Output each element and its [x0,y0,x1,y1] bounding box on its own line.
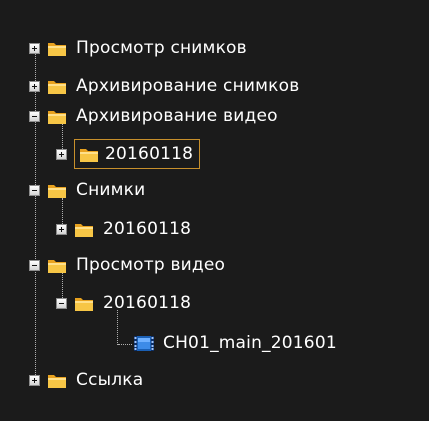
tree-item-label: 20160118 [105,144,194,164]
tree-item-archive-video[interactable]: Архивирование видео [29,98,281,134]
expand-icon[interactable] [56,223,67,235]
tree-item-view-snapshots[interactable]: Просмотр снимков [29,30,250,66]
folder-icon [48,42,66,56]
tree-item-label: Архивирование снимков [76,76,300,96]
tree-item-view-video[interactable]: Просмотр видео [29,247,228,283]
collapse-icon[interactable] [29,259,40,271]
tree-item-view-video-date[interactable]: 20160118 [56,285,194,321]
collapse-icon[interactable] [56,297,67,309]
expand-icon[interactable] [56,148,67,160]
tree-item-archive-video-date[interactable]: 20160118 [56,136,201,172]
tree-item-snapshots-date[interactable]: 20160118 [56,211,194,247]
tree-item-label: 20160118 [103,219,192,239]
tree-item-label: Архивирование видео [76,106,278,126]
selection-highlight: 20160118 [74,139,201,169]
collapse-icon[interactable] [29,110,40,122]
tree-item-label: Просмотр видео [76,255,226,275]
folder-icon [48,374,66,388]
tree-item-label: CH01_main_201601 [163,333,337,353]
expand-icon[interactable] [29,42,40,54]
collapse-icon[interactable] [29,184,40,196]
tree-connector [118,344,132,345]
folder-icon [48,259,66,273]
folder-icon [48,80,66,94]
folder-icon [75,297,93,311]
expand-icon[interactable] [29,80,40,92]
folder-icon [48,110,66,124]
tree-item-snapshots[interactable]: Снимки [29,172,148,208]
tree-item-label: 20160118 [103,293,192,313]
folder-icon [48,184,66,198]
tree-item-label: Ссылка [76,370,144,390]
file-tree-panel: Просмотр снимков Архивирование снимков А… [0,0,429,421]
video-file-icon [134,335,154,351]
folder-icon [75,223,93,237]
tree-item-link[interactable]: Ссылка [29,362,146,398]
expand-icon[interactable] [29,374,40,386]
tree-item-video-file[interactable]: CH01_main_201601 [134,325,340,361]
tree-item-label: Просмотр снимков [76,38,247,58]
folder-icon [80,148,98,162]
tree-item-label: Снимки [76,180,146,200]
